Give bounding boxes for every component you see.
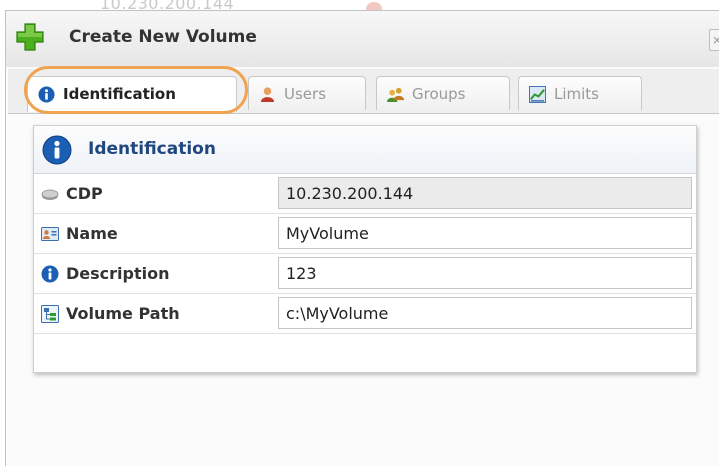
info-icon bbox=[38, 86, 55, 103]
description-field[interactable] bbox=[278, 257, 692, 289]
tab-users[interactable]: Users bbox=[248, 76, 366, 110]
dialog-titlebar[interactable]: Create New Volume × bbox=[6, 11, 719, 67]
name-field[interactable] bbox=[278, 217, 692, 249]
tab-label: Identification bbox=[63, 85, 176, 103]
field-label: Volume Path bbox=[66, 304, 180, 323]
field-label: CDP bbox=[66, 184, 103, 203]
info-icon bbox=[41, 265, 59, 283]
info-icon bbox=[42, 135, 72, 165]
tab-identification[interactable]: Identification bbox=[27, 76, 237, 112]
cdp-field[interactable] bbox=[278, 177, 692, 209]
plus-icon bbox=[16, 23, 44, 51]
dialog-title: Create New Volume bbox=[69, 27, 257, 47]
volume-path-field[interactable] bbox=[278, 297, 692, 329]
tab-label: Groups bbox=[412, 85, 466, 103]
field-row-description: Description bbox=[34, 254, 696, 294]
tab-groups[interactable]: Groups bbox=[376, 76, 510, 110]
panel-header: Identification bbox=[34, 126, 696, 174]
tab-bar: Identification Users Groups Limits bbox=[8, 69, 719, 114]
user-icon bbox=[260, 87, 275, 103]
name-icon bbox=[41, 227, 59, 241]
groups-icon bbox=[387, 87, 404, 103]
tab-limits[interactable]: Limits bbox=[518, 76, 642, 110]
close-icon[interactable]: × bbox=[709, 29, 719, 51]
path-icon bbox=[41, 305, 59, 323]
cdp-icon bbox=[41, 189, 59, 200]
panel-title: Identification bbox=[88, 139, 216, 159]
field-label: Name bbox=[66, 224, 118, 243]
field-row-name: Name bbox=[34, 214, 696, 254]
field-row-volume-path: Volume Path bbox=[34, 294, 696, 334]
field-row-cdp: CDP bbox=[34, 174, 696, 214]
identification-panel: Identification CDP Name Description bbox=[33, 125, 697, 373]
tab-label: Limits bbox=[554, 85, 599, 103]
field-label: Description bbox=[66, 264, 170, 283]
tab-label: Users bbox=[284, 85, 327, 103]
chart-icon bbox=[529, 86, 546, 103]
